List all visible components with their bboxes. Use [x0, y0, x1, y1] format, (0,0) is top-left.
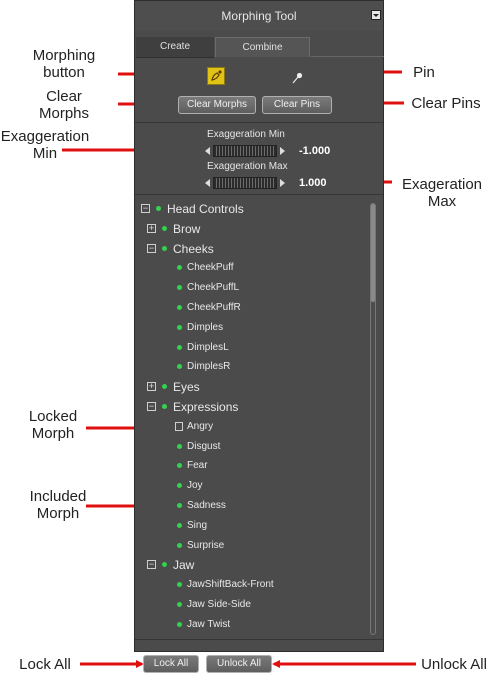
- included-indicator-icon: [177, 463, 182, 468]
- included-indicator-icon: [177, 582, 182, 587]
- tree-group-label: Head Controls: [167, 202, 244, 216]
- section-divider: [135, 194, 383, 195]
- annotation-unlock-all: Unlock All: [421, 656, 487, 673]
- exaggeration-max-slider[interactable]: [205, 177, 285, 189]
- included-indicator-icon: [177, 285, 182, 290]
- annotation-morphing-button: Morphing button: [32, 47, 96, 81]
- tree-morph-label: CheekPuffL: [187, 282, 240, 293]
- included-indicator-icon: [162, 562, 167, 567]
- included-indicator-icon: [177, 305, 182, 310]
- included-indicator-icon: [177, 543, 182, 548]
- unlock-all-button[interactable]: Unlock All: [206, 655, 272, 673]
- tab-bar: Create Combine: [135, 37, 383, 58]
- tree-morph-label: JawShiftBack-Front: [187, 579, 274, 590]
- morph-tree: − Head Controls + Brow − Cheeks CheekPuff Cheek…: [135, 199, 367, 637]
- annotation-clear-pins: Clear Pins: [411, 95, 481, 112]
- morphing-tool-panel: Morphing Tool Create Combine Clear Morph…: [134, 0, 384, 652]
- exaggeration-max-value[interactable]: 1.000: [299, 177, 327, 189]
- scrollbar-thumb[interactable]: [371, 204, 375, 302]
- tree-morph-label: Sadness: [187, 500, 226, 511]
- included-indicator-icon: [177, 444, 182, 449]
- morphing-button[interactable]: [207, 67, 225, 85]
- tree-morph-label: CheekPuffR: [187, 302, 241, 313]
- tree-morph-label: Sing: [187, 520, 208, 531]
- included-indicator-icon: [162, 246, 167, 251]
- panel-title-bar: Morphing Tool: [135, 1, 383, 31]
- tree-morph-label: Jaw Side-Side: [187, 599, 251, 610]
- collapse-icon[interactable]: −: [147, 244, 156, 253]
- exaggeration-max-label: Exaggeration Max: [207, 161, 288, 172]
- slider-left-arrow-icon[interactable]: [205, 179, 210, 187]
- included-indicator-icon: [177, 364, 182, 369]
- included-indicator-icon: [177, 483, 182, 488]
- included-indicator-icon: [177, 622, 182, 627]
- annotation-clear-morphs: Clear Morphs: [38, 88, 90, 122]
- expand-icon[interactable]: +: [147, 224, 156, 233]
- morph-brush-icon: [211, 70, 222, 81]
- tree-group-label: Expressions: [173, 400, 239, 414]
- included-indicator-icon: [177, 503, 182, 508]
- included-indicator-icon: [177, 265, 182, 270]
- tree-group-label: Brow: [173, 222, 201, 236]
- tree-group-label: Eyes: [173, 380, 200, 394]
- expand-icon[interactable]: +: [147, 382, 156, 391]
- lock-all-button[interactable]: Lock All: [143, 655, 199, 673]
- collapse-icon[interactable]: −: [141, 204, 150, 213]
- collapse-icon[interactable]: −: [147, 402, 156, 411]
- annotation-exageration-max: Exageration Max: [401, 176, 483, 210]
- slider-track[interactable]: [213, 145, 277, 157]
- included-indicator-icon: [162, 226, 167, 231]
- annotation-exaggeration-min: Exaggeration Min: [0, 128, 90, 162]
- included-indicator-icon: [162, 404, 167, 409]
- clear-morphs-button[interactable]: Clear Morphs: [178, 96, 256, 114]
- tree-group-label: Jaw: [173, 558, 195, 572]
- tree-morph-label: Angry: [187, 421, 214, 432]
- tree-morph-label: Surprise: [187, 540, 225, 551]
- tree-morph-label: Jaw Twist: [187, 619, 231, 630]
- tree-morph-label: DimplesL: [187, 342, 229, 353]
- slider-right-arrow-icon[interactable]: [280, 179, 285, 187]
- annotation-pin: Pin: [413, 64, 435, 81]
- included-indicator-icon: [177, 523, 182, 528]
- included-indicator-icon: [156, 206, 161, 211]
- included-indicator-icon: [162, 384, 167, 389]
- tab-divider: [311, 56, 384, 57]
- annotation-lock-all: Lock All: [19, 656, 71, 673]
- included-indicator-icon: [177, 325, 182, 330]
- tree-scrollbar[interactable]: [370, 203, 376, 635]
- collapse-icon[interactable]: −: [147, 560, 156, 569]
- tab-create[interactable]: Create: [136, 37, 214, 58]
- section-divider: [135, 122, 383, 123]
- exaggeration-min-value[interactable]: -1.000: [299, 145, 330, 157]
- tab-combine[interactable]: Combine: [215, 37, 310, 57]
- annotation-included-morph: Included Morph: [29, 488, 87, 522]
- tree-morph-label: Dimples: [187, 322, 224, 333]
- included-indicator-icon: [177, 345, 182, 350]
- panel-title: Morphing Tool: [221, 9, 297, 23]
- tree-morph-label: Joy: [187, 480, 203, 491]
- included-indicator-icon: [177, 602, 182, 607]
- annotation-locked-morph: Locked Morph: [28, 408, 78, 442]
- exaggeration-min-label: Exaggeration Min: [207, 129, 285, 140]
- tree-morph-label: DimplesR: [187, 361, 231, 372]
- clear-pins-button[interactable]: Clear Pins: [262, 96, 332, 114]
- panel-menu-icon[interactable]: [371, 10, 381, 20]
- tree-morph-label: CheekPuff: [187, 262, 234, 273]
- slider-left-arrow-icon[interactable]: [205, 147, 210, 155]
- slider-right-arrow-icon[interactable]: [280, 147, 285, 155]
- pin-icon[interactable]: [291, 72, 303, 84]
- exaggeration-min-slider[interactable]: [205, 145, 285, 157]
- footer-divider: [135, 639, 383, 640]
- lock-icon: [175, 422, 183, 431]
- slider-track[interactable]: [213, 177, 277, 189]
- tree-morph-label: Disgust: [187, 441, 221, 452]
- tree-group-label: Cheeks: [173, 242, 214, 256]
- tree-morph-label: Fear: [187, 460, 208, 471]
